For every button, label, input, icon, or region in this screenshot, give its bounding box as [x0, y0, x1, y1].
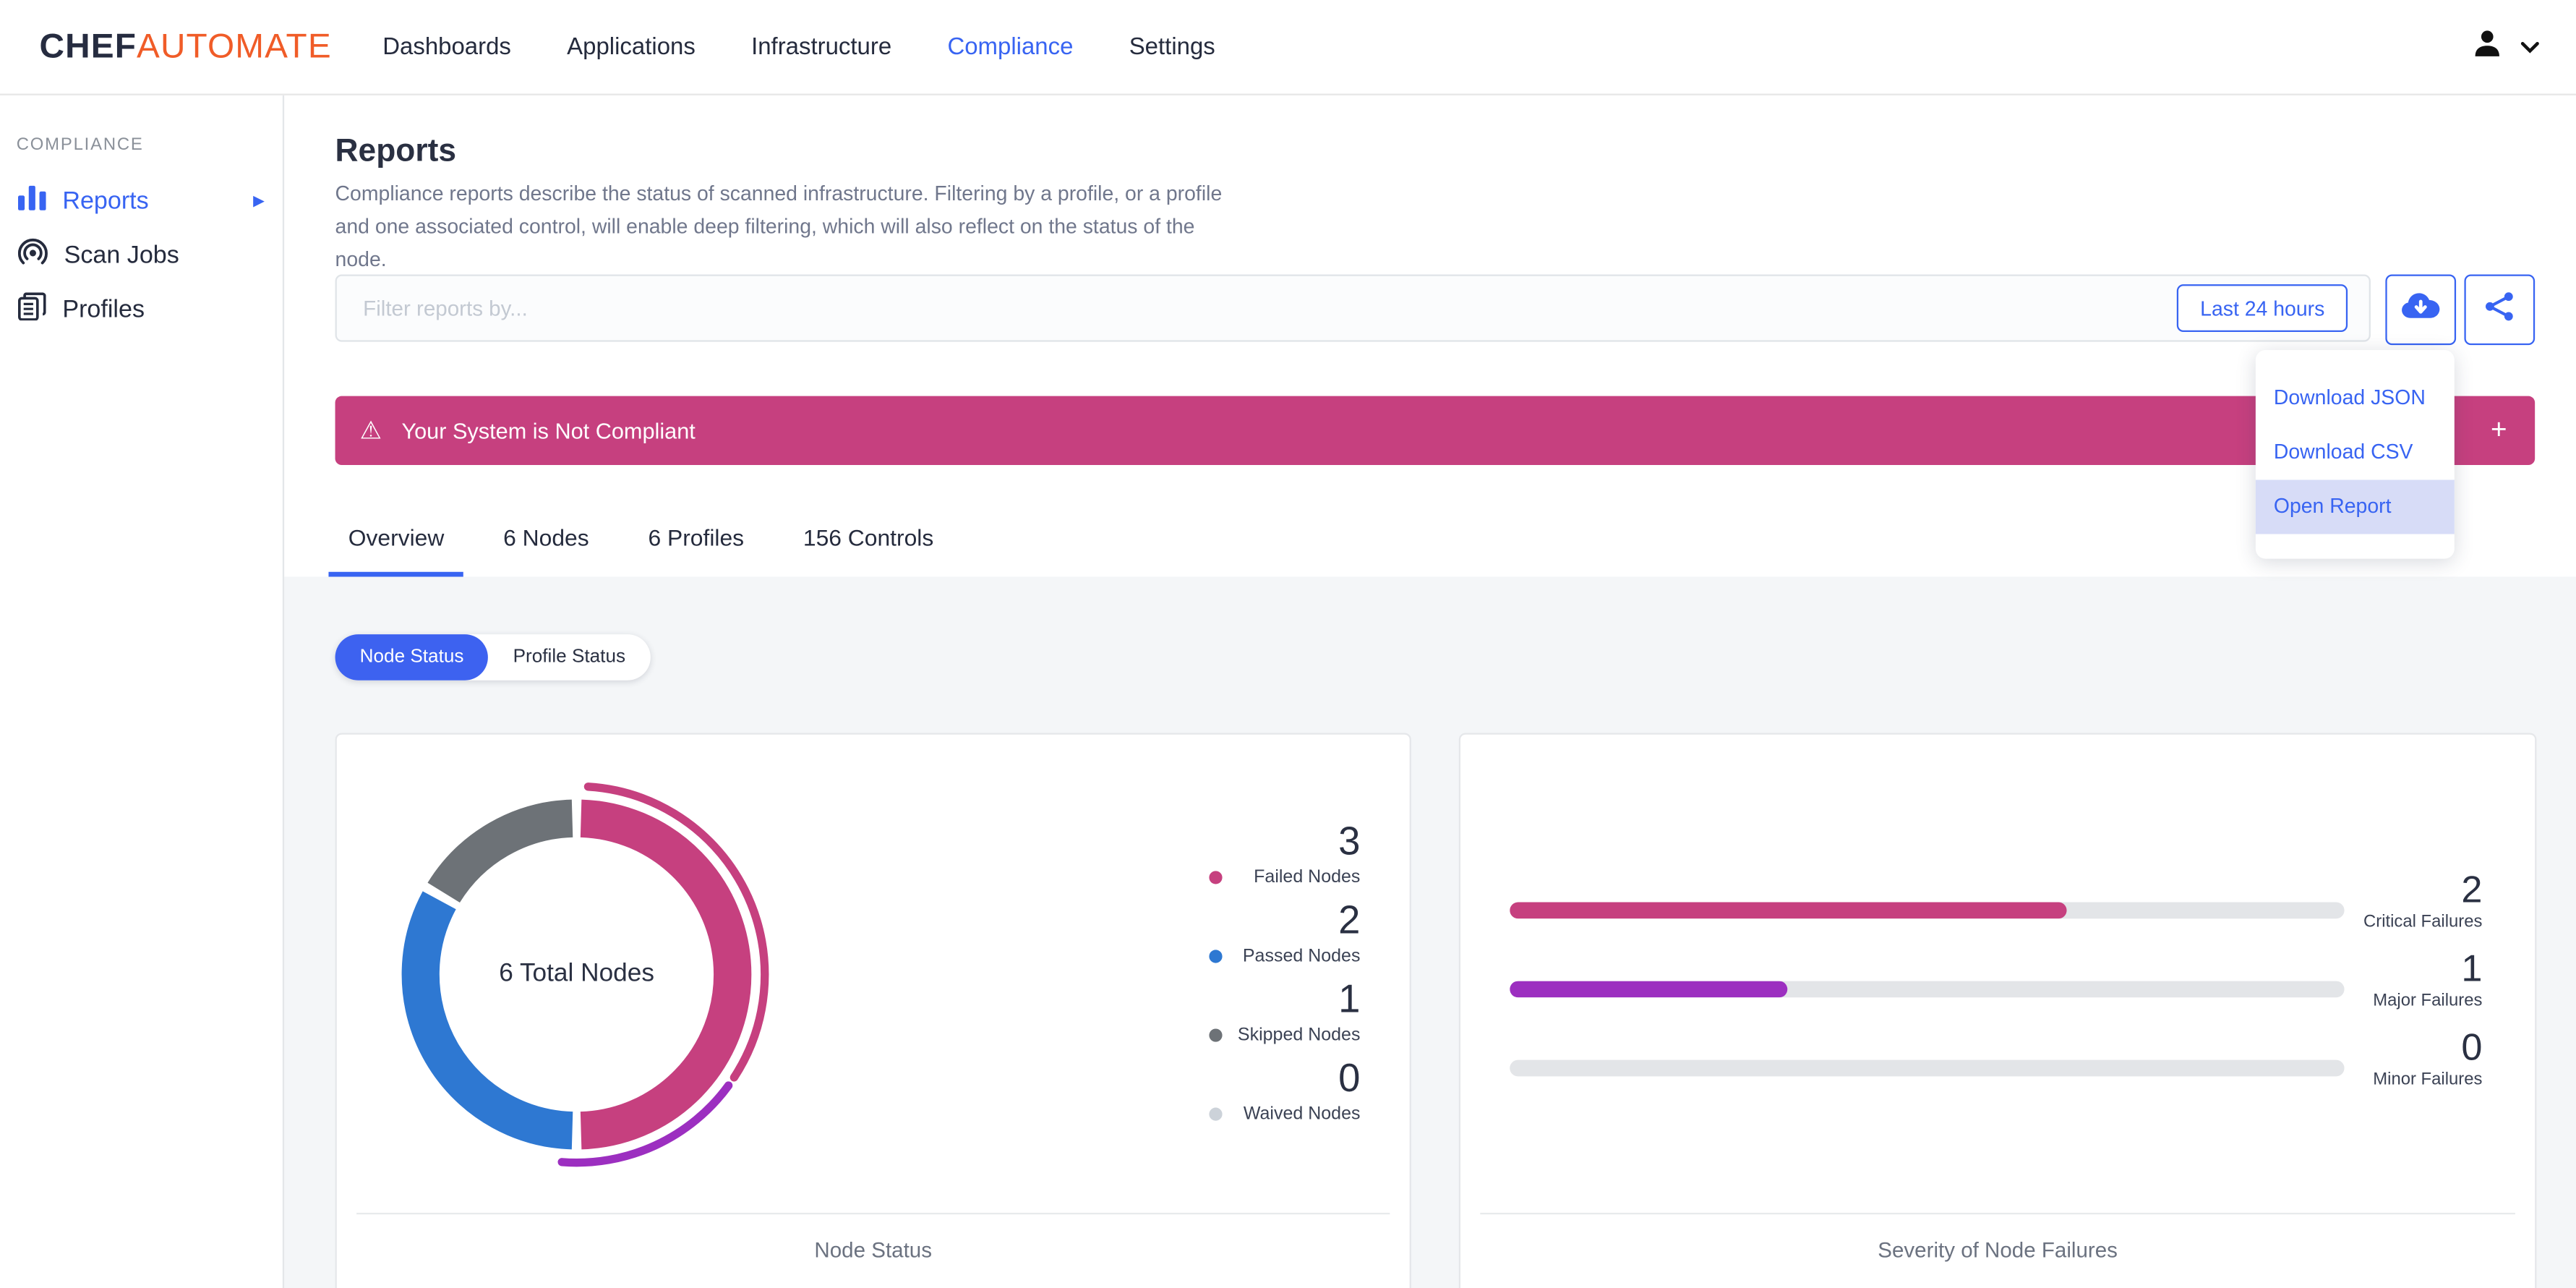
severity-info: 0 Minor Failures — [2345, 1025, 2483, 1091]
app-window: CHEFAUTOMATE Dashboards Applications Infra… — [0, 0, 2576, 1288]
severity-bar-track — [1510, 902, 2345, 919]
severity-bar-track — [1510, 981, 2345, 998]
sidebar-item-scan-jobs[interactable]: Scan Jobs — [0, 229, 283, 283]
severity-info: 2 Critical Failures — [2345, 867, 2483, 934]
toggle-node-status[interactable]: Node Status — [335, 634, 489, 681]
legend-dot-icon — [1209, 950, 1223, 963]
sidebar-items: Reports ▶ Scan Jobs Profiles — [0, 174, 283, 337]
node-status-caption: Node Status — [356, 1212, 1390, 1262]
sidebar-item-label: Reports — [62, 187, 149, 216]
sidebar-item-label: Profiles — [62, 296, 145, 324]
not-compliant-banner: ⚠ Your System is Not Compliant ta + — [335, 396, 2536, 466]
cloud-download-icon — [2400, 291, 2442, 328]
legend-item-failed-nodes: 3 Failed Nodes — [1209, 822, 1360, 900]
time-range-label: Last 24 hours — [2200, 297, 2325, 320]
toggle-profile-status[interactable]: Profile Status — [489, 634, 651, 681]
main-content: Reports Compliance reports describe the … — [282, 93, 2576, 1288]
severity-row-critical-failures: 2 Critical Failures — [1510, 855, 2482, 934]
legend-label: Waived Nodes — [1243, 1104, 1361, 1125]
sidebar: COMPLIANCE Reports ▶ Scan Jobs Profiles — [0, 93, 285, 1288]
severity-row-major-failures: 1 Major Failures — [1510, 934, 2482, 1012]
menu-item-download-json[interactable]: Download JSON — [2256, 372, 2455, 426]
nav-item-compliance[interactable]: Compliance — [947, 34, 1073, 60]
filter-reports-input[interactable] — [336, 276, 2369, 341]
filter-bar: Last 24 hours — [335, 274, 2371, 342]
severity-label: Minor Failures — [2373, 1070, 2483, 1090]
nav-item-infrastructure[interactable]: Infrastructure — [751, 34, 891, 60]
legend-dot-icon — [1209, 871, 1223, 884]
severity-label: Critical Failures — [2363, 912, 2483, 932]
severity-label: Major Failures — [2373, 991, 2483, 1011]
severity-value: 0 — [2461, 1025, 2483, 1068]
sidebar-section-label: COMPLIANCE — [16, 135, 144, 155]
chef-automate-logo[interactable]: CHEFAUTOMATE — [40, 27, 332, 67]
download-dropdown-menu: Download JSON Download CSV Open Report — [2255, 349, 2455, 559]
page-title: Reports — [335, 133, 456, 170]
tab-overview[interactable]: Overview — [328, 524, 464, 577]
legend-value: 2 — [1338, 898, 1361, 944]
severity-value: 1 — [2461, 946, 2483, 989]
legend-dot-icon — [1209, 1107, 1223, 1121]
legend-dot-icon — [1209, 1028, 1223, 1042]
overview-section: Node Status Profile Status 6 Total Nodes … — [282, 576, 2576, 1288]
report-tabs: Overview 6 Nodes 6 Profiles 156 Controls — [319, 524, 963, 577]
legend-item-skipped-nodes: 1 Skipped Nodes — [1209, 979, 1360, 1058]
share-icon — [2484, 290, 2515, 330]
time-range-button[interactable]: Last 24 hours — [2177, 284, 2348, 333]
legend-label: Failed Nodes — [1254, 867, 1361, 888]
nav-item-dashboards[interactable]: Dashboards — [382, 34, 511, 60]
download-button[interactable] — [2385, 274, 2457, 346]
page-description: Compliance reports describe the status o… — [335, 182, 1223, 270]
severity-row-minor-failures: 0 Minor Failures — [1510, 1012, 2482, 1091]
bar-chart-icon — [17, 185, 46, 217]
severity-value: 2 — [2461, 867, 2483, 910]
legend-label: Passed Nodes — [1242, 946, 1361, 967]
node-status-card: 6 Total Nodes 3 Failed Nodes 2 Passed Nodes… — [335, 733, 1411, 1288]
sidebar-item-profiles[interactable]: Profiles — [0, 283, 283, 337]
share-button[interactable] — [2464, 274, 2536, 346]
severity-caption: Severity of Node Failures — [1480, 1212, 2515, 1262]
status-toggle: Node Status Profile Status — [335, 634, 651, 681]
menu-item-open-report[interactable]: Open Report — [2255, 479, 2455, 534]
logo-automate: AUTOMATE — [136, 27, 332, 65]
sidebar-item-reports[interactable]: Reports ▶ — [0, 174, 283, 229]
expand-arrow-icon: ▶ — [253, 192, 265, 209]
legend-item-waived-nodes: 0 Waived Nodes — [1209, 1058, 1360, 1137]
node-status-legend: 3 Failed Nodes 2 Passed Nodes 1 Skipped Nodes… — [1209, 822, 1360, 1137]
banner-text: Your System is Not Compliant — [401, 418, 696, 443]
add-filter-plus-icon[interactable]: + — [2491, 414, 2507, 447]
nav-item-settings[interactable]: Settings — [1129, 34, 1215, 60]
severity-bar-fill — [1510, 981, 1789, 998]
severity-bars: 2 Critical Failures 1 Major Failures 0 Minor … — [1510, 855, 2482, 1091]
node-status-donut-chart[interactable]: 6 Total Nodes — [380, 777, 774, 1172]
user-menu[interactable] — [2469, 0, 2540, 94]
legend-value: 1 — [1338, 978, 1361, 1023]
menu-item-download-csv[interactable]: Download CSV — [2256, 426, 2455, 480]
legend-value: 0 — [1338, 1057, 1361, 1101]
tab-6-profiles[interactable]: 6 Profiles — [628, 524, 763, 577]
nav-items: Dashboards Applications Infrastructure Comp… — [382, 34, 1215, 60]
radar-icon — [17, 237, 48, 273]
tab-6-nodes[interactable]: 6 Nodes — [484, 524, 609, 577]
donut-center-label: 6 Total Nodes — [499, 960, 654, 988]
warning-icon: ⚠ — [359, 417, 382, 445]
severity-bar-track — [1510, 1059, 2345, 1077]
documents-icon — [17, 292, 46, 327]
person-icon — [2469, 25, 2505, 69]
legend-item-passed-nodes: 2 Passed Nodes — [1209, 900, 1360, 979]
top-nav: CHEFAUTOMATE Dashboards Applications Infra… — [0, 0, 2576, 95]
logo-chef: CHEF — [39, 27, 137, 65]
severity-card: 2 Critical Failures 1 Major Failures 0 Minor … — [1458, 733, 2537, 1288]
severity-info: 1 Major Failures — [2345, 946, 2483, 1012]
severity-bar-fill — [1510, 902, 2066, 919]
tab-156-controls[interactable]: 156 Controls — [784, 524, 954, 577]
legend-value: 3 — [1338, 819, 1361, 865]
legend-label: Skipped Nodes — [1237, 1025, 1361, 1046]
nav-item-applications[interactable]: Applications — [567, 34, 696, 60]
chevron-down-icon — [2520, 32, 2540, 61]
page-header: Reports Compliance reports describe the … — [282, 93, 2576, 579]
sidebar-item-label: Scan Jobs — [64, 242, 179, 270]
